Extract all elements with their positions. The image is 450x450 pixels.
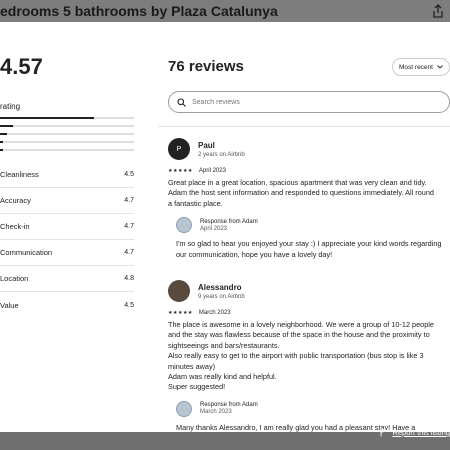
divider xyxy=(158,126,450,127)
search-input[interactable] xyxy=(192,98,392,106)
rating-bar xyxy=(0,117,134,119)
category-value: 4.8 xyxy=(124,275,134,282)
category-label: Check-in xyxy=(0,222,30,231)
rating-bar xyxy=(0,125,134,127)
overall-rating: 4.57 xyxy=(0,54,43,79)
category-location: Location 4.8 xyxy=(0,266,134,292)
report-listing-link[interactable]: Report this listing xyxy=(380,428,450,437)
category-accuracy: Accuracy 4.7 xyxy=(0,188,134,214)
category-label: Communication xyxy=(0,248,53,257)
response-date: March 2023 xyxy=(200,409,232,416)
flag-icon xyxy=(381,428,389,437)
response-from: Response from Adam xyxy=(200,218,258,225)
rating-bar xyxy=(0,149,134,151)
reviewer-meta: 9 years on Airbnb xyxy=(198,293,245,300)
category-value: 4.7 xyxy=(124,249,134,256)
sort-label: Most recent xyxy=(399,63,433,71)
sort-dropdown[interactable]: Most recent xyxy=(392,58,450,76)
star-rating-icon: ★★★★★ xyxy=(168,168,193,174)
category-value: 4.7 xyxy=(124,223,134,230)
review-rating-row: ★★★★★ March 2023 xyxy=(168,310,450,316)
category-communication: Communication 4.7 xyxy=(0,240,134,266)
review-item: P Paul 2 years on Airbnb ★★★★★ April 202… xyxy=(168,136,450,260)
response-date: April 2023 xyxy=(200,225,228,232)
category-value: 4.5 xyxy=(124,301,134,309)
reviewer-info: Alessandro 9 years on Airbnb xyxy=(168,278,450,304)
avatar[interactable] xyxy=(168,280,190,302)
avatar[interactable]: P xyxy=(168,138,190,160)
rating-bar-fill xyxy=(0,117,94,119)
page-title: edrooms 5 bathrooms by Plaza Catalunya xyxy=(0,0,450,22)
host-response-header: Response from Adam April 2023 xyxy=(176,217,450,234)
search-icon xyxy=(177,97,186,107)
category-label: Value xyxy=(0,300,19,310)
category-value: 4.7 xyxy=(124,197,134,204)
reviewer-info: P Paul 2 years on Airbnb xyxy=(168,136,450,162)
host-response-header: Response from Adam March 2023 xyxy=(176,400,450,417)
category-check-in: Check-in 4.7 xyxy=(0,214,134,240)
rating-bar-fill xyxy=(0,149,3,151)
category-cleanliness: Cleanliness 4.5 xyxy=(0,162,134,188)
overall-rating-label: rating xyxy=(0,102,21,111)
reviewer-name: Paul xyxy=(198,140,215,150)
reviews-modal: 4.57 rating Cleanliness 4.5 Accuracy 4.7… xyxy=(0,22,450,432)
host-avatar xyxy=(176,217,192,234)
host-avatar xyxy=(176,400,192,417)
category-label: Location xyxy=(0,274,29,283)
reviewer-meta: 2 years on Airbnb xyxy=(198,151,245,158)
search-reviews-field[interactable] xyxy=(168,91,450,113)
response-text: I'm so glad to hear you enjoyed your sta… xyxy=(176,239,442,259)
rating-distribution xyxy=(0,117,134,157)
review-date: March 2023 xyxy=(198,310,231,316)
rating-bar xyxy=(0,141,134,143)
category-label: Accuracy xyxy=(0,196,31,205)
page-title-text: edrooms 5 bathrooms by Plaza Catalunya xyxy=(0,3,278,19)
category-ratings: Cleanliness 4.5 Accuracy 4.7 Check-in 4.… xyxy=(0,162,134,318)
review-rating-row: ★★★★★ April 2023 xyxy=(168,168,450,174)
rating-bar xyxy=(0,133,134,135)
review-date: April 2023 xyxy=(198,168,226,174)
reviews-list-panel: 76 reviews Most recent P Paul 2 years on… xyxy=(158,22,450,432)
category-value-rating: Value 4.5 xyxy=(0,292,134,318)
rating-bar-fill xyxy=(0,125,14,127)
response-from: Response from Adam xyxy=(200,402,258,409)
rating-summary: 4.57 rating Cleanliness 4.5 Accuracy 4.7… xyxy=(0,22,140,432)
rating-bar-fill xyxy=(0,133,7,135)
category-label: Cleanliness xyxy=(0,170,39,179)
reviews-count-title: 76 reviews xyxy=(168,58,244,75)
chevron-down-icon xyxy=(437,65,443,69)
category-value: 4.5 xyxy=(124,171,134,178)
star-rating-icon: ★★★★★ xyxy=(168,310,193,316)
review-item: Alessandro 9 years on Airbnb ★★★★★ March… xyxy=(168,278,450,432)
reviewer-name: Alessandro xyxy=(198,282,242,292)
review-text: The place is awesome in a lovely neighbo… xyxy=(168,320,434,392)
report-label: Report this listing xyxy=(392,428,450,437)
share-icon[interactable] xyxy=(432,4,444,18)
review-text: Great place in a great location, spaciou… xyxy=(168,178,434,208)
rating-bar-fill xyxy=(0,141,3,143)
